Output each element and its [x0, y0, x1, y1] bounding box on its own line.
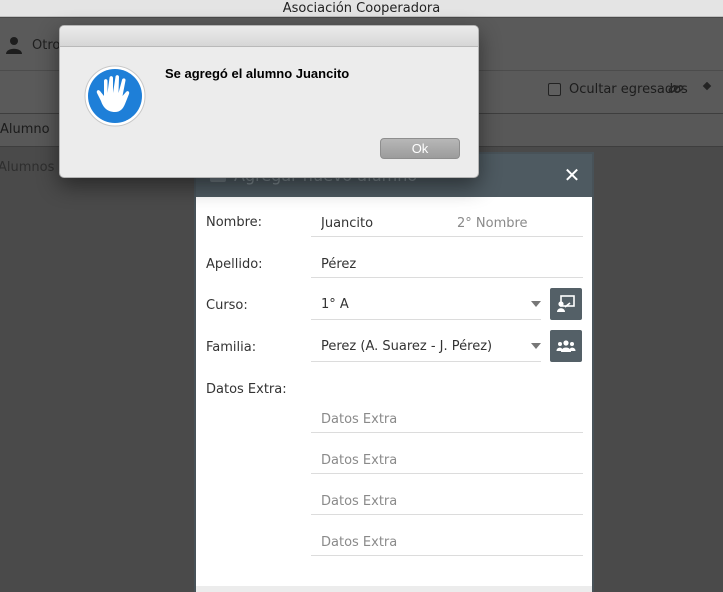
alert-titlebar	[60, 26, 478, 47]
column-header-alumno[interactable]: Alumno	[0, 122, 50, 137]
apellido-input[interactable]	[311, 251, 583, 278]
family-icon	[556, 340, 576, 352]
add-course-button[interactable]	[550, 288, 582, 320]
alert-message: Se agregó el alumno Juancito	[165, 66, 350, 81]
classroom-icon	[557, 295, 575, 312]
more-icon[interactable]	[700, 82, 716, 98]
window-title: Asociación Cooperadora	[282, 1, 441, 16]
nombre-label: Nombre:	[206, 215, 263, 230]
ok-button[interactable]: Ok	[380, 138, 460, 159]
user-icon	[6, 37, 22, 54]
apellido-label: Apellido:	[206, 257, 263, 272]
link-icon[interactable]	[668, 82, 684, 96]
datos-extra-input-1[interactable]	[311, 406, 583, 433]
hand-icon	[84, 65, 146, 127]
modal-footer	[196, 586, 592, 592]
familia-label: Familia:	[206, 340, 257, 355]
students-empty-text: Alumnos p	[0, 160, 67, 175]
datos-extra-label: Datos Extra:	[206, 382, 287, 397]
chevron-down-icon	[531, 343, 541, 349]
chevron-down-icon	[531, 301, 541, 307]
hide-graduates-checkbox[interactable]	[548, 83, 561, 96]
curso-selected-value: 1° A	[321, 297, 349, 312]
add-family-button[interactable]	[550, 330, 582, 362]
add-student-modal: Agregar nuevo alumno ✕ Nombre: Apellido:…	[194, 152, 594, 592]
curso-select[interactable]: 1° A	[311, 290, 541, 320]
segundo-nombre-input[interactable]	[447, 210, 583, 237]
close-icon[interactable]: ✕	[562, 164, 582, 186]
datos-extra-input-3[interactable]	[311, 488, 583, 515]
window-titlebar: Asociación Cooperadora	[0, 0, 723, 17]
curso-label: Curso:	[206, 298, 248, 313]
nombre-input[interactable]	[311, 210, 451, 237]
alert-dialog: Se agregó el alumno Juancito Ok	[59, 25, 479, 178]
familia-selected-value: Perez (A. Suarez - J. Pérez)	[321, 339, 493, 354]
datos-extra-input-4[interactable]	[311, 529, 583, 556]
familia-select[interactable]: Perez (A. Suarez - J. Pérez)	[311, 332, 541, 362]
datos-extra-input-2[interactable]	[311, 447, 583, 474]
user-menu-label[interactable]: Otro	[32, 38, 60, 53]
